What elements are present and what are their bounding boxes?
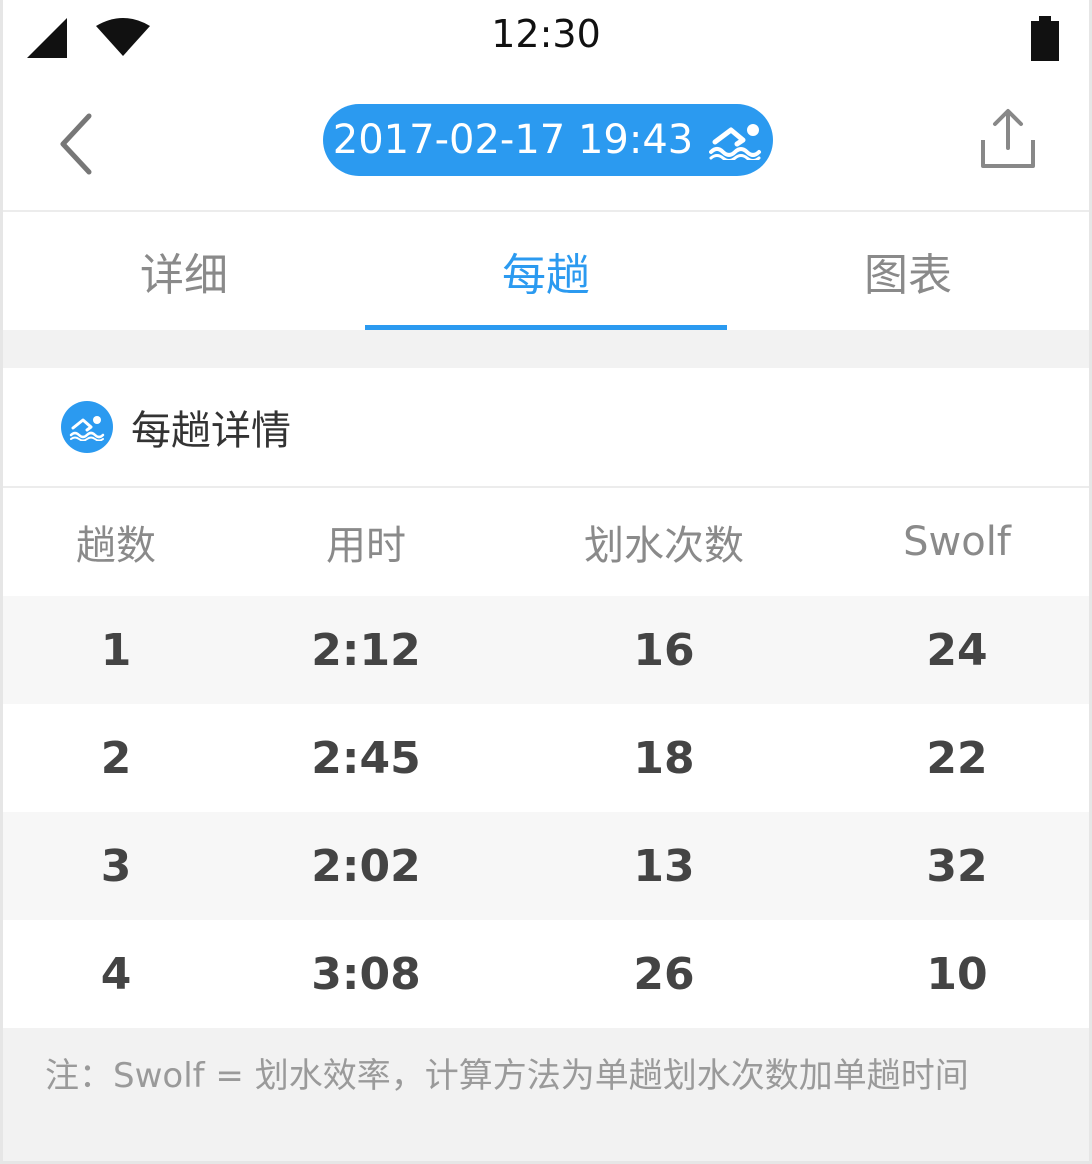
tab-bar: 详细 每趟 图表 [3,212,1089,330]
table-cell: 2:02 [311,840,421,892]
table-cell: 26 [633,948,695,1000]
table-cell: 2:12 [311,624,421,676]
tab-label: 详细 [140,250,228,301]
table-row: 3 2:02 13 32 [3,812,1089,920]
status-time: 12:30 [491,12,601,56]
date-selector[interactable]: 2017-02-17 19:43 [323,104,773,176]
swim-icon [709,124,762,160]
tab-charts[interactable]: 图表 [727,212,1089,330]
table-cell: 13 [633,840,695,892]
table-cell: 32 [926,840,988,892]
tab-per-lap[interactable]: 每趟 [365,212,727,330]
section-title: 每趟详情 [131,408,291,454]
table-row: 2 2:45 18 22 [3,704,1089,812]
table-row: 1 2:12 16 24 [3,596,1089,704]
active-tab-indicator [365,325,727,330]
table-header-row: 趟数 用时 划水次数 Swolf [3,488,1089,596]
laps-table: 趟数 用时 划水次数 Swolf 1 2:12 16 24 2 2:45 18 … [3,488,1089,1028]
table-cell: 24 [926,624,988,676]
app-screen: 12:30 2017-02-17 19:43 详细 每趟 图表 每趟详情 趟数 … [0,0,1092,1164]
section-header: 每趟详情 [3,368,1089,488]
date-label: 2017-02-17 19:43 [332,117,694,163]
table-cell: 2 [100,732,132,784]
table-row: 4 3:08 26 10 [3,920,1089,1028]
nav-bar: 2017-02-17 19:43 [3,78,1089,212]
table-cell: 16 [633,624,695,676]
tab-details[interactable]: 详细 [3,212,365,330]
table-cell: 1 [100,624,132,676]
column-header: 用时 [326,523,406,569]
swolf-note: 注：Swolf = 划水效率，计算方法为单趟划水次数加单趟时间 [45,1056,969,1096]
table-cell: 18 [633,732,695,784]
tab-label: 图表 [864,250,952,301]
tab-label: 每趟 [502,250,590,301]
share-icon[interactable] [975,106,1041,172]
swim-icon [61,401,113,453]
status-bar: 12:30 [3,0,1089,78]
table-cell: 10 [926,948,988,1000]
battery-icon [1031,16,1059,61]
table-cell: 4 [100,948,132,1000]
table-cell: 3:08 [311,948,421,1000]
column-header: 划水次数 [584,523,744,569]
column-header: Swolf [903,519,1011,565]
chevron-left-icon[interactable] [53,112,103,176]
column-header: 趟数 [76,523,156,569]
table-cell: 3 [100,840,132,892]
table-cell: 22 [926,732,988,784]
table-cell: 2:45 [311,732,421,784]
